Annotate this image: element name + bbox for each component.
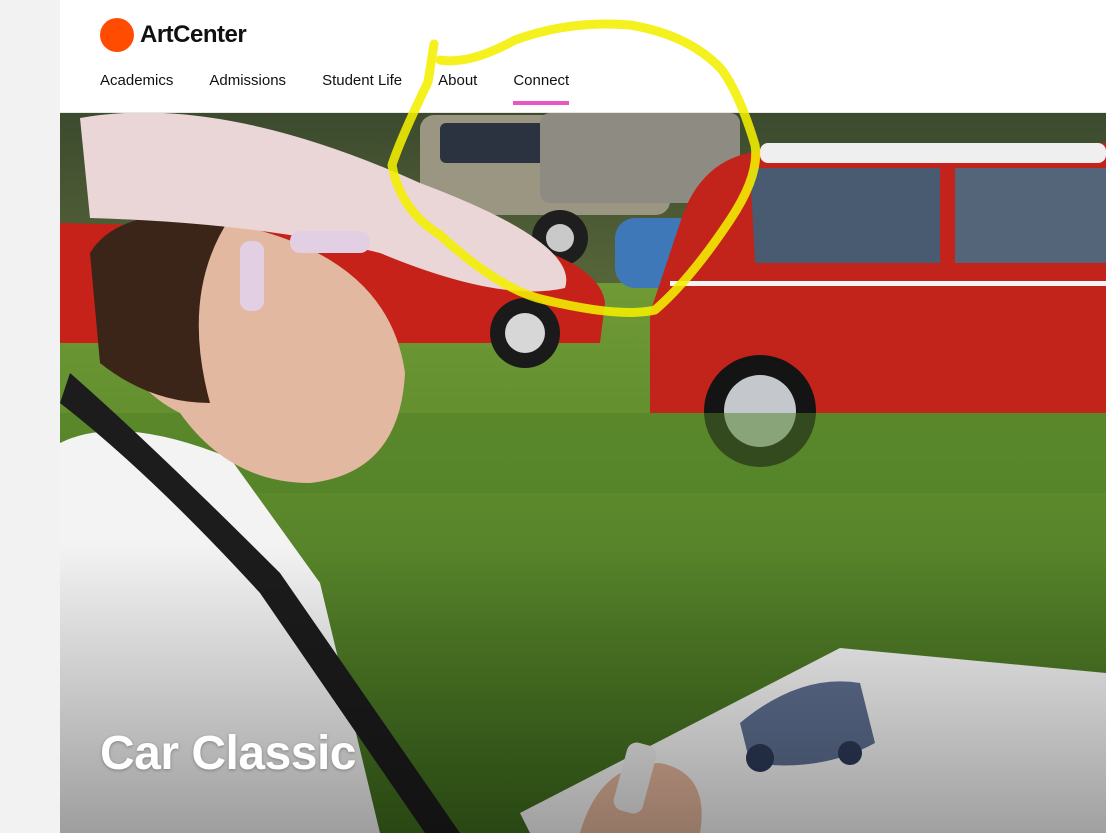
nav-connect[interactable]: Connect [513,72,569,105]
site-header: ArtCenter Academics Admissions Student L… [60,0,1106,113]
hero-photo [60,113,1106,833]
nav-about[interactable]: About [438,72,477,105]
logo-dot-icon [100,18,134,52]
hero-banner[interactable]: Car Classic [60,113,1106,833]
nav-academics[interactable]: Academics [100,72,173,105]
artcenter-logo[interactable]: ArtCenter [100,18,247,52]
nav-student-life[interactable]: Student Life [322,72,402,105]
logo-text: ArtCenter [140,21,247,48]
page: ArtCenter Academics Admissions Student L… [60,0,1106,833]
main-nav: Academics Admissions Student Life About … [100,72,605,105]
nav-admissions[interactable]: Admissions [209,72,286,105]
hero-title: Car Classic [100,727,357,780]
